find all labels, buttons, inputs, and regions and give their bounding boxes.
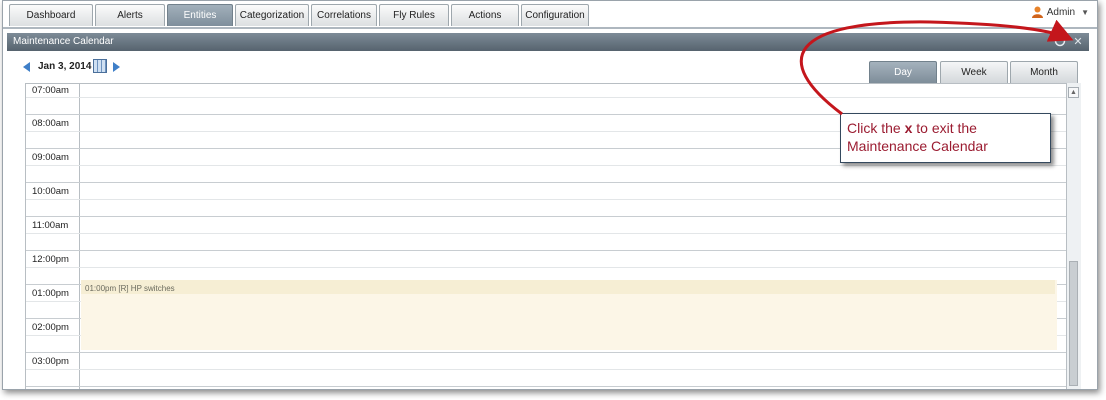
tab-dashboard[interactable]: Dashboard	[9, 4, 93, 26]
half-hour-line	[26, 97, 1066, 98]
half-hour-line	[26, 199, 1066, 200]
event-label: 01:00pm [R] HP switches	[85, 284, 175, 293]
half-hour-line	[26, 233, 1066, 234]
tab-alerts[interactable]: Alerts	[95, 4, 165, 26]
tab-entities[interactable]: Entities	[167, 4, 233, 26]
time-column-divider	[79, 84, 80, 389]
scroll-thumb[interactable]	[1069, 261, 1078, 386]
half-hour-line	[26, 267, 1066, 268]
event-title-bar	[81, 280, 1055, 294]
hour-line	[26, 386, 1066, 387]
time-label: 07:00am	[32, 85, 69, 96]
calendar-event[interactable]: 01:00pm [R] HP switches	[81, 280, 1057, 350]
hour-line	[26, 216, 1066, 217]
tab-categorization[interactable]: Categorization	[235, 4, 309, 26]
panel-header: Maintenance Calendar ✕	[7, 33, 1089, 51]
hour-line	[26, 182, 1066, 183]
tab-actions[interactable]: Actions	[451, 4, 519, 26]
app-window: Dashboard Alerts Entities Categorization…	[2, 0, 1098, 390]
hour-line	[26, 250, 1066, 251]
time-label: 10:00am	[32, 186, 69, 197]
time-label: 11:00am	[32, 220, 69, 231]
top-navigation: Dashboard Alerts Entities Categorization…	[3, 1, 1097, 29]
time-label: 02:00pm	[32, 322, 69, 333]
view-tab-month[interactable]: Month	[1010, 61, 1078, 83]
close-icon[interactable]: ✕	[1071, 35, 1085, 49]
tab-correlations[interactable]: Correlations	[311, 4, 377, 26]
vertical-scrollbar[interactable]: ▲	[1066, 83, 1081, 389]
view-tab-day[interactable]: Day	[869, 61, 937, 83]
view-tab-week[interactable]: Week	[940, 61, 1008, 83]
time-label: 09:00am	[32, 152, 69, 163]
half-hour-line	[26, 165, 1066, 166]
annotation-callout: Click the x to exit the Maintenance Cale…	[840, 113, 1051, 163]
scroll-up-icon[interactable]: ▲	[1068, 87, 1079, 98]
calendar-icon[interactable]	[93, 59, 107, 73]
time-label: 12:00pm	[32, 254, 69, 265]
user-menu[interactable]: Admin ▼	[1031, 6, 1089, 18]
hour-line	[26, 352, 1066, 353]
arrow-left-icon[interactable]	[23, 62, 30, 72]
time-label: 08:00am	[32, 118, 69, 129]
refresh-icon[interactable]	[1053, 35, 1067, 49]
tab-fly-rules[interactable]: Fly Rules	[379, 4, 449, 26]
callout-text-before: Click the	[847, 120, 905, 136]
current-date: Jan 3, 2014	[38, 61, 92, 72]
tab-configuration[interactable]: Configuration	[521, 4, 589, 26]
user-name: Admin	[1046, 6, 1076, 18]
time-label: 01:00pm	[32, 288, 69, 299]
half-hour-line	[26, 369, 1066, 370]
arrow-right-icon[interactable]	[113, 62, 120, 72]
panel-title: Maintenance Calendar	[13, 36, 114, 47]
time-label: 03:00pm	[32, 356, 69, 367]
chevron-down-icon[interactable]: ▼	[1081, 8, 1089, 17]
main-tabs: Dashboard Alerts Entities Categorization…	[9, 4, 591, 26]
user-icon	[1031, 6, 1043, 18]
